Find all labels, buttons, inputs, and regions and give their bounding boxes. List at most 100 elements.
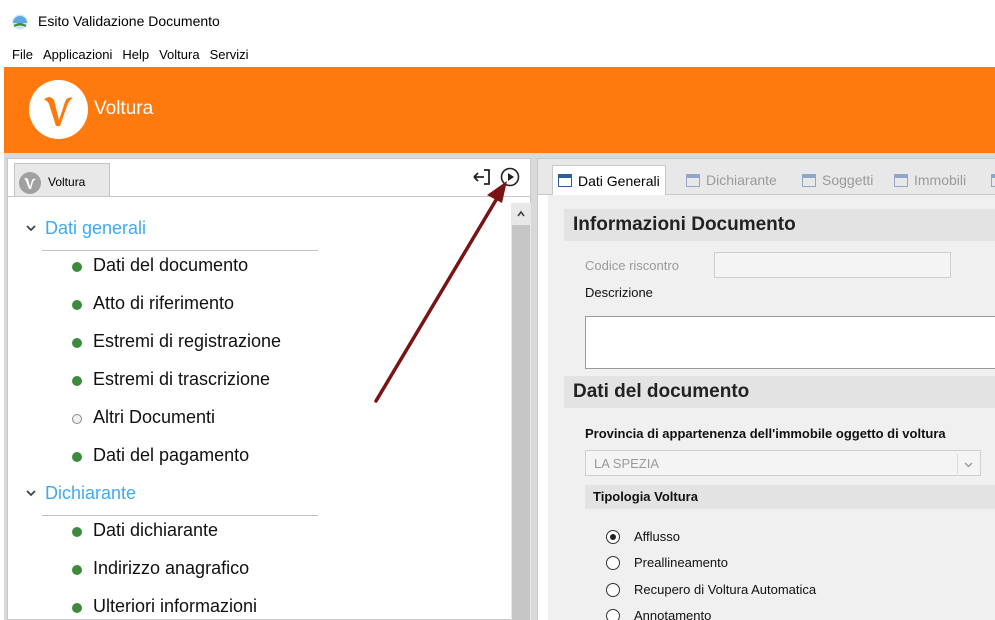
status-dot	[72, 300, 82, 310]
status-dot-empty	[72, 414, 82, 424]
tab-label: Immobili	[914, 172, 967, 188]
nav-item-estremi-di-trascrizione[interactable]: Estremi di trascrizione	[72, 369, 452, 395]
play-circle-icon[interactable]	[499, 166, 521, 188]
nav-item-estremi-di-registrazione[interactable]: Estremi di registrazione	[72, 331, 452, 357]
nav-item-ulteriori-informazioni[interactable]: Ulteriori informazioni	[72, 596, 452, 619]
form-icon	[802, 173, 816, 187]
app-header: Voltura	[4, 67, 995, 153]
form-icon	[686, 173, 700, 187]
form-icon	[558, 174, 572, 187]
form-icon	[991, 173, 995, 187]
section-label: Dati generali	[45, 218, 147, 238]
tab-voltura-nav[interactable]: Voltura	[14, 163, 110, 197]
collapse-panel-icon[interactable]	[471, 166, 493, 188]
detail-tabs: Dati Generali Dichiarante Soggetti Immob…	[538, 159, 995, 195]
form-icon	[894, 173, 908, 187]
menu-servizi[interactable]: Servizi	[205, 43, 254, 67]
section-dati-del-documento: Dati del documento	[564, 376, 995, 408]
nav-item-indirizzo-anagrafico[interactable]: Indirizzo anagrafico	[72, 558, 452, 584]
app-window: Esito Validazione Documento File Applica…	[0, 0, 995, 620]
radio-afflusso[interactable]: Afflusso	[606, 527, 936, 549]
radio-label: Recupero di Voltura Automatica	[634, 582, 817, 597]
section-title: Informazioni Documento	[573, 214, 796, 235]
nav-item-atto-di-riferimento[interactable]: Atto di riferimento	[72, 293, 452, 319]
menu-applicazioni[interactable]: Applicazioni	[38, 43, 117, 67]
nav-item-label: Dati del pagamento	[93, 445, 250, 465]
status-dot	[72, 565, 82, 575]
provincia-select[interactable]: LA SPEZIA	[585, 450, 981, 476]
tab-dati-generali[interactable]: Dati Generali	[552, 165, 666, 195]
nav-item-dati-del-documento[interactable]: Dati del documento	[72, 255, 452, 281]
radio-label: Preallineamento	[634, 555, 728, 570]
radio-label: Afflusso	[634, 529, 681, 544]
tab-label: Dati Generali	[578, 172, 660, 189]
radio-button[interactable]	[606, 609, 620, 620]
section-divider	[42, 250, 318, 251]
section-title: Dati del documento	[573, 381, 750, 402]
nav-item-altri-documenti[interactable]: Altri Documenti	[72, 407, 452, 433]
navigation-panel: Voltura Dati generali Dati del documento	[7, 158, 531, 620]
tab-soggetti[interactable]: Soggetti	[802, 165, 873, 195]
menu-file[interactable]: File	[0, 43, 38, 67]
nav-item-label: Altri Documenti	[93, 407, 216, 427]
tab-label: Dichiarante	[706, 172, 777, 188]
tab-voltura-label: Voltura	[48, 175, 86, 189]
voltura-mini-logo-icon	[19, 172, 41, 194]
form-content: Informazioni Documento Codice riscontro …	[548, 195, 995, 620]
tab-overflow[interactable]	[991, 165, 995, 195]
section-informazioni-documento: Informazioni Documento	[564, 209, 995, 241]
tipologia-voltura-header: Tipologia Voltura	[585, 485, 995, 509]
status-dot	[72, 376, 82, 386]
scrollbar-thumb[interactable]	[512, 225, 530, 620]
voltura-logo-icon	[44, 97, 73, 126]
nav-item-label: Dati dichiarante	[93, 520, 219, 540]
status-dot	[72, 527, 82, 537]
descrizione-textarea[interactable]	[585, 316, 995, 369]
nav-item-label: Estremi di registrazione	[93, 331, 282, 351]
tab-dichiarante[interactable]: Dichiarante	[686, 165, 777, 195]
nav-item-label: Atto di riferimento	[93, 293, 235, 313]
nav-item-label: Indirizzo anagrafico	[93, 558, 250, 578]
descrizione-label: Descrizione	[585, 285, 653, 300]
nav-item-dati-dichiarante[interactable]: Dati dichiarante	[72, 520, 452, 546]
tab-label: Soggetti	[822, 172, 874, 188]
chevron-down-icon	[26, 225, 36, 232]
window-title: Esito Validazione Documento	[38, 13, 220, 29]
radio-label: Annotamento	[634, 608, 712, 620]
detail-panel: Dati Generali Dichiarante Soggetti Immob…	[537, 158, 995, 620]
provincia-label: Provincia di appartenenza dell'immobile …	[585, 426, 946, 441]
tree-scrollbar[interactable]	[511, 203, 531, 620]
chevron-up-icon[interactable]	[516, 209, 526, 219]
section-dati-generali[interactable]: Dati generali	[22, 213, 322, 251]
menu-help[interactable]: Help	[117, 43, 154, 67]
section-dichiarante[interactable]: Dichiarante	[22, 478, 322, 516]
select-divider	[957, 454, 958, 474]
radio-recupero-voltura-automatica[interactable]: Recupero di Voltura Automatica	[606, 580, 936, 602]
radio-preallineamento[interactable]: Preallineamento	[606, 553, 936, 575]
nav-item-label: Estremi di trascrizione	[93, 369, 271, 389]
tab-immobili[interactable]: Immobili	[894, 165, 966, 195]
menu-bar: File Applicazioni Help Voltura Servizi	[0, 43, 254, 67]
status-dot	[72, 338, 82, 348]
tipologia-voltura-title: Tipologia Voltura	[593, 489, 698, 504]
nav-item-label: Ulteriori informazioni	[93, 596, 258, 616]
radio-button[interactable]	[606, 583, 620, 597]
provincia-value: LA SPEZIA	[594, 456, 660, 471]
chevron-down-icon	[964, 462, 973, 468]
navigation-tree: Dati generali Dati del documento Atto di…	[8, 203, 508, 619]
radio-button-selected[interactable]	[606, 530, 620, 544]
nav-item-label: Dati del documento	[93, 255, 249, 275]
codice-riscontro-label: Codice riscontro	[585, 258, 679, 273]
title-bar: Esito Validazione Documento	[0, 0, 995, 42]
header-brand: Voltura	[94, 98, 154, 119]
nav-item-dati-del-pagamento[interactable]: Dati del pagamento	[72, 445, 452, 471]
voltura-logo	[29, 80, 88, 139]
status-dot	[72, 603, 82, 613]
section-divider	[42, 515, 318, 516]
radio-button[interactable]	[606, 556, 620, 570]
status-dot	[72, 452, 82, 462]
menu-voltura[interactable]: Voltura	[154, 43, 204, 67]
radio-annotamento[interactable]: Annotamento	[606, 606, 936, 620]
app-logo-icon	[12, 14, 28, 30]
codice-riscontro-input[interactable]	[714, 252, 951, 278]
